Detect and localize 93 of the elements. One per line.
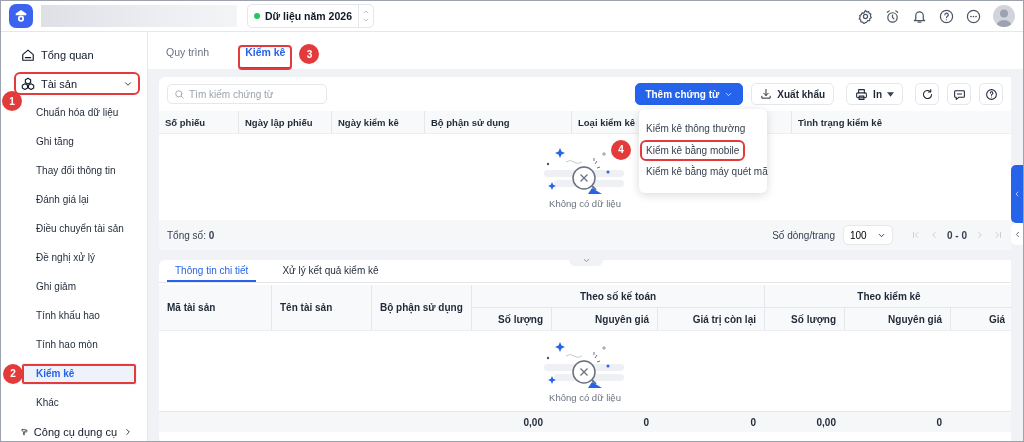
- column-header: Bộ phận sử dụng: [371, 285, 471, 330]
- help-icon: [984, 87, 998, 101]
- column-header: Số lượng: [764, 308, 844, 330]
- status-dot: [254, 13, 260, 19]
- chat-icon: [952, 87, 966, 101]
- column-header: Tình trạng kiểm kê: [791, 111, 1011, 133]
- search-field[interactable]: Tìm kiếm chứng từ: [167, 84, 327, 104]
- total-cell-text: 0: [749, 415, 757, 430]
- caret-icon: [887, 91, 894, 97]
- chevron-left-icon: [929, 230, 939, 240]
- search-icon: [174, 89, 185, 100]
- app-logo[interactable]: [9, 4, 33, 28]
- previous-page-button[interactable]: [929, 230, 939, 240]
- sidebar-subitem[interactable]: Kiểm kê: [21, 362, 137, 385]
- empty-message: Không có dữ liệu: [549, 197, 621, 209]
- sidebar-item[interactable]: Tổng quan: [17, 46, 137, 63]
- first-page-icon: [911, 230, 921, 240]
- sidebar-subitem[interactable]: Tính hao mòn: [21, 333, 137, 356]
- tab[interactable]: Xử lý kết quả kiểm kê: [274, 264, 387, 282]
- column-header: Ngày kiểm kê: [331, 111, 424, 133]
- column-group-header: Theo số kế toán: [471, 285, 764, 308]
- sidebar-subitem[interactable]: Tính khấu hao: [21, 304, 137, 327]
- total-cell-text: 0,00: [522, 415, 544, 430]
- refresh-icon: [920, 87, 934, 101]
- alarm-clock-icon: [885, 8, 900, 24]
- sidebar-subitem[interactable]: Ghi giảm: [21, 275, 137, 298]
- page-size-select[interactable]: 100: [843, 225, 893, 245]
- bell-icon: [912, 8, 927, 24]
- sidebar-item-label: Tổng quan: [41, 48, 94, 61]
- menu-item[interactable]: Kiểm kê bằng mobile: [643, 142, 743, 158]
- home-icon: [21, 47, 35, 62]
- comment-button[interactable]: [947, 83, 971, 105]
- menu-item[interactable]: Kiểm kê bằng máy quét mã: [643, 164, 771, 180]
- side-panel-tab[interactable]: [1011, 223, 1023, 245]
- total-cell-text: 0: [935, 415, 943, 430]
- next-page-button[interactable]: [975, 230, 985, 240]
- first-page-button[interactable]: [911, 230, 921, 240]
- sidebar-subitem[interactable]: Ghi tăng: [21, 130, 137, 153]
- boxes-icon: [21, 76, 35, 91]
- column-header: Bộ phận sử dụng: [424, 111, 571, 133]
- sidebar-subitem[interactable]: Điều chuyển tài sản: [21, 217, 137, 240]
- sidebar-item[interactable]: Tài sản: [17, 75, 137, 92]
- help-button[interactable]: [979, 83, 1003, 105]
- column-header: Số lượng: [471, 308, 551, 330]
- last-page-icon: [993, 230, 1003, 240]
- tab[interactable]: Kiểm kê: [239, 46, 292, 69]
- sidebar-item-label: Công cụ dụng cụ: [33, 425, 117, 438]
- chevron-left-icon: [1013, 190, 1021, 198]
- column-header: Tên tài sản: [271, 285, 371, 330]
- column-group-header: Theo kiểm kê: [764, 285, 1013, 308]
- printer-icon: [855, 87, 869, 101]
- settings-icon: [858, 8, 873, 24]
- column-header: Nguyên giá: [844, 308, 950, 330]
- step-number-badge: 1: [2, 91, 22, 111]
- more-icon: [966, 8, 981, 24]
- year-selector[interactable]: Dữ liệu năm 2026: [247, 4, 374, 28]
- total-cell-text: 0,00: [815, 415, 837, 430]
- column-header: Giá: [950, 308, 1013, 330]
- total-cell-text: 0: [642, 415, 650, 430]
- column-header: Ngày lập phiếu: [238, 111, 331, 133]
- print-button[interactable]: In: [846, 83, 903, 105]
- rows-per-page-label: Số dòng/trang: [772, 229, 835, 241]
- step-number-badge: 3: [299, 44, 320, 64]
- sidebar-subitem[interactable]: Khác: [21, 391, 137, 414]
- sidebar-subitem[interactable]: Chuẩn hóa dữ liệu: [21, 101, 137, 124]
- column-header: Số phiếu: [159, 111, 238, 133]
- add-voucher-button[interactable]: Thêm chứng từ: [635, 83, 744, 105]
- export-button[interactable]: Xuất khẩu: [751, 83, 835, 105]
- chevron-up-icon: [362, 8, 370, 16]
- sidebar-subitem[interactable]: Đánh giá lại: [21, 188, 137, 211]
- refresh-button[interactable]: [915, 83, 939, 105]
- column-header: Mã tài sản: [166, 301, 217, 315]
- step-number-badge: 2: [3, 363, 23, 384]
- side-panel-tab[interactable]: [1011, 165, 1023, 223]
- sidebar-item-label: Tài sản: [41, 77, 78, 90]
- sidebar-subitem[interactable]: Đề nghị xử lý: [21, 246, 137, 269]
- tab[interactable]: Quy trình: [160, 46, 216, 69]
- download-icon: [760, 88, 773, 100]
- step-number-badge: 4: [611, 139, 631, 160]
- chevron-down-icon: [362, 16, 370, 24]
- chevron-right-icon: [123, 426, 133, 437]
- help-icon: [939, 8, 954, 24]
- avatar[interactable]: [993, 5, 1015, 27]
- sidebar-subitem[interactable]: Thay đổi thông tin: [21, 159, 137, 182]
- column-header: Nguyên giá: [551, 308, 657, 330]
- page-range: 0 - 0: [947, 229, 967, 241]
- empty-message: Không có dữ liệu: [549, 391, 621, 403]
- last-page-button[interactable]: [993, 230, 1003, 240]
- total-count: Tổng số: 0: [167, 229, 215, 241]
- tab[interactable]: Thông tin chi tiết: [167, 264, 257, 282]
- chevron-right-icon: [975, 230, 985, 240]
- column-header: Giá trị còn lại: [657, 308, 764, 330]
- sidebar-item[interactable]: Công cụ dụng cụ: [17, 423, 137, 440]
